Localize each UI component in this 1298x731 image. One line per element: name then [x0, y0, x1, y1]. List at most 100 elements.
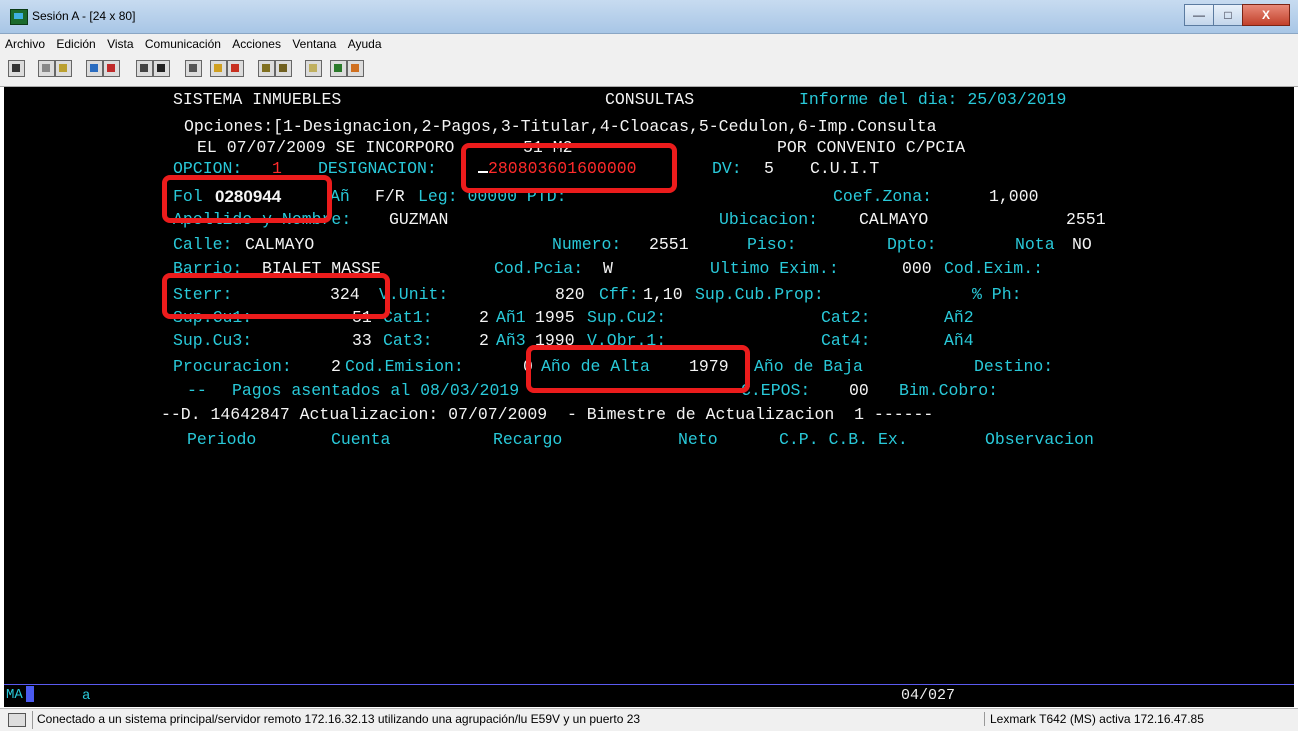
category-2-label: Cat2: — [821, 308, 871, 327]
connection-icon — [8, 713, 26, 727]
column-observation: Observacion — [985, 430, 1094, 449]
billing-period-label: Bim.Cobro: — [899, 381, 999, 400]
paste-icon[interactable] — [55, 60, 72, 77]
window-status-bar: Conectado a un sistema principal/servido… — [0, 708, 1298, 731]
image-icon[interactable] — [185, 60, 202, 77]
epos-label: C.EPOS: — [741, 381, 811, 400]
year-4-label: Añ4 — [944, 331, 974, 350]
year-2-label: Añ2 — [944, 308, 974, 327]
column-account: Cuenta — [331, 430, 391, 449]
update-line: --D. 14642847 Actualizacion: 07/07/2009 … — [161, 405, 934, 424]
covered-area-3-label: Sup.Cu3: — [173, 331, 253, 350]
color-icon[interactable] — [153, 60, 170, 77]
last-exemption-value: 000 — [902, 259, 932, 278]
copy-icon[interactable] — [38, 60, 55, 77]
menu-vista[interactable]: Vista — [102, 34, 136, 51]
window-controls: — □ X — [1184, 4, 1290, 26]
category-1-value: 2 — [479, 308, 489, 327]
maximize-icon[interactable]: □ — [1213, 4, 1243, 26]
minimize-icon[interactable]: — — [1184, 4, 1214, 26]
owner-value: GUZMAN — [389, 210, 449, 229]
note-label: Nota — [1015, 235, 1055, 254]
sterr-highlight — [162, 273, 390, 319]
apartment-label: Dpto: — [887, 235, 937, 254]
note-value: NO — [1072, 235, 1092, 254]
keyboard-icon[interactable] — [136, 60, 153, 77]
covered-area-2-label: Sup.Cu2: — [587, 308, 667, 327]
street-value: CALMAYO — [245, 235, 315, 254]
close-icon: X — [1261, 8, 1270, 22]
app-icon[interactable] — [10, 9, 28, 25]
payments-recorded: Pagos asentados al 08/03/2019 — [232, 381, 520, 400]
status-cursor-block — [26, 686, 34, 702]
category-3-label: Cat3: — [383, 331, 433, 350]
terminal-screen[interactable]: SISTEMA INMUEBLES CONSULTAS Informe del … — [4, 87, 1294, 706]
incorporation-note: EL 07/07/2009 SE INCORPORO — [197, 138, 455, 157]
display-icon[interactable] — [8, 60, 25, 77]
dv-value: 5 — [764, 159, 774, 178]
menu-archivo[interactable]: Archivo — [0, 34, 48, 51]
location-value: CALMAYO — [859, 210, 929, 229]
column-period: Periodo — [187, 430, 257, 449]
connect-icon[interactable] — [330, 60, 347, 77]
procurement-label: Procuracion: — [173, 357, 292, 376]
menu-acciones[interactable]: Acciones — [227, 34, 284, 51]
unit-value-value: 820 — [555, 285, 585, 304]
transfer-icon[interactable] — [258, 60, 275, 77]
covered-area-3-value: 33 — [352, 331, 372, 350]
clipboard-icon[interactable] — [305, 60, 322, 77]
exemption-code-label: Cod.Exim.: — [944, 259, 1044, 278]
year-3-label: Añ3 — [496, 331, 526, 350]
options-line: Opciones:[1-Designacion,2-Pagos,3-Titula… — [184, 117, 937, 136]
column-surcharge: Recargo — [493, 430, 563, 449]
an-label: Añ — [330, 187, 350, 206]
close-button[interactable]: X — [1242, 4, 1290, 26]
designation-highlight — [461, 143, 677, 193]
payments-dashes: -- — [187, 381, 207, 400]
report-date: Informe del dia: 25/03/2019 — [799, 90, 1067, 109]
cff-value: 1,10 — [643, 285, 683, 304]
cuit-label: C.U.I.T — [810, 159, 880, 178]
menu-ventana[interactable]: Ventana — [287, 34, 339, 51]
macro-play-icon[interactable] — [210, 60, 227, 77]
covered-area-label: Sup.Cub.Prop: — [695, 285, 824, 304]
coef-zona-value: 1,000 — [989, 187, 1039, 206]
province-code-label: Cod.Pcia: — [494, 259, 584, 278]
printer-status: Lexmark T642 (MS) activa 172.16.47.85 — [984, 712, 1204, 726]
street-label: Calle: — [173, 235, 233, 254]
window-titlebar: Sesión A - [24 x 80] — □ X — [0, 0, 1298, 34]
fr-label: F/R — [375, 187, 405, 206]
terminal-status-line: MA a 04/027 — [4, 684, 1294, 707]
location-number: 2551 — [1066, 210, 1106, 229]
number-value: 2551 — [649, 235, 689, 254]
menu-comunicacion[interactable]: Comunicación — [140, 34, 224, 51]
procurement-value: 2 — [331, 357, 341, 376]
menu-edicion[interactable]: Edición — [51, 34, 98, 51]
location-label: Ubicacion: — [719, 210, 819, 229]
coef-zona-label: Coef.Zona: — [833, 187, 933, 206]
category-1-label: Cat1: — [383, 308, 433, 327]
number-label: Numero: — [552, 235, 622, 254]
transfer-back-icon[interactable] — [275, 60, 292, 77]
year-1-value: 1995 — [535, 308, 575, 327]
epos-value: 00 — [849, 381, 869, 400]
status-mode: a — [82, 688, 91, 704]
status-separator — [32, 711, 33, 729]
category-3-value: 2 — [479, 331, 489, 350]
system-title: SISTEMA INMUEBLES — [173, 90, 342, 109]
menu-ayuda[interactable]: Ayuda — [343, 34, 385, 51]
edit-icon[interactable] — [347, 60, 364, 77]
cff-label: Cff: — [599, 285, 639, 304]
dv-label: DV: — [712, 159, 742, 178]
column-net: Neto — [678, 430, 718, 449]
macro-record-icon[interactable] — [227, 60, 244, 77]
alta-highlight — [526, 345, 750, 393]
designation-label: DESIGNACION: — [318, 159, 437, 178]
receive-file-icon[interactable] — [103, 60, 120, 77]
send-file-icon[interactable] — [86, 60, 103, 77]
status-ma: MA — [6, 687, 23, 703]
year-1-label: Añ1 — [496, 308, 526, 327]
emission-code-label: Cod.Emision: — [345, 357, 464, 376]
agreement-note: POR CONVENIO C/PCIA — [777, 138, 966, 157]
window-title: Sesión A - [24 x 80] — [32, 9, 136, 23]
